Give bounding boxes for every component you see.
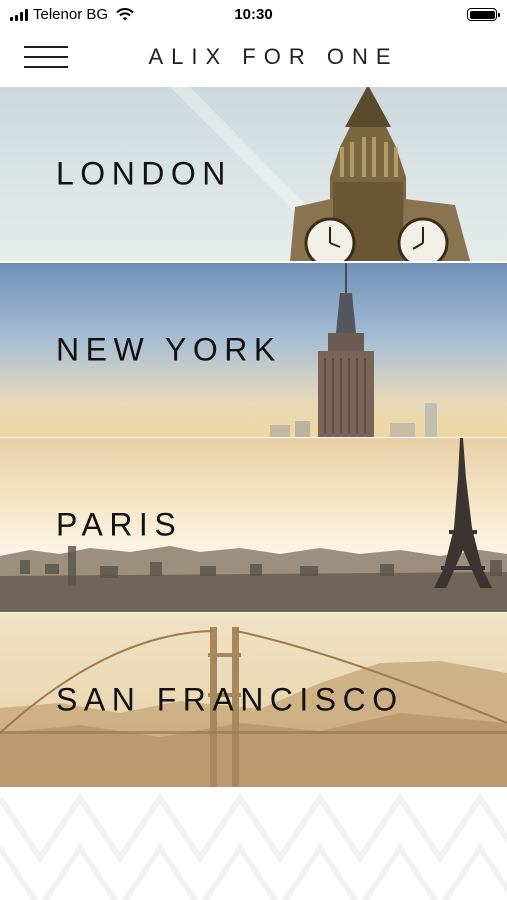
city-card-paris[interactable]: PARIS — [0, 438, 507, 612]
nav-bar: ALIX FOR ONE — [0, 30, 507, 87]
city-label-new-york: NEW YORK — [56, 331, 282, 368]
status-time: 10:30 — [234, 6, 273, 23]
battery-icon — [467, 8, 500, 21]
background-pattern — [0, 792, 507, 900]
city-label-london: LONDON — [56, 155, 232, 192]
status-bar: Telenor BG 10:30 — [0, 0, 507, 30]
app-title: ALIX FOR ONE — [148, 44, 399, 69]
city-card-london[interactable]: LONDON — [0, 87, 507, 261]
city-label-paris: PARIS — [56, 506, 183, 543]
city-card-san-francisco[interactable]: SAN FRANCISCO — [0, 613, 507, 787]
city-label-san-francisco: SAN FRANCISCO — [56, 681, 404, 718]
city-card-new-york[interactable]: NEW YORK — [0, 263, 507, 437]
